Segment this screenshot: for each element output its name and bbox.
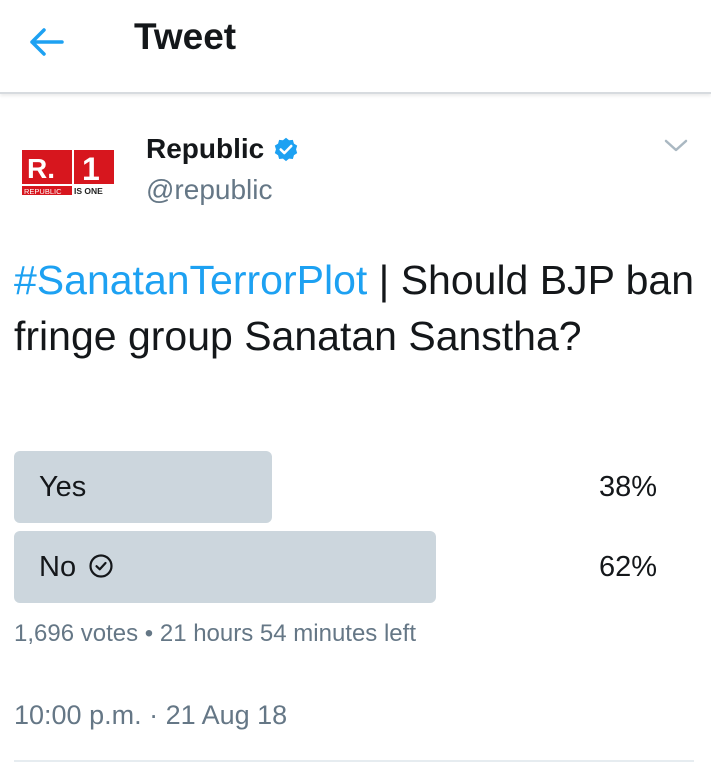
chevron-down-icon[interactable]: [662, 136, 690, 156]
poll-separator: •: [144, 620, 154, 647]
poll-percentage: 62%: [598, 551, 657, 583]
verified-badge-icon: [274, 137, 298, 162]
poll-vote-count: 1,696 votes: [14, 620, 139, 647]
page-title: Tweet: [134, 16, 237, 57]
logo-number: 1: [82, 151, 100, 187]
poll-meta: 1,696 votes • 21 hours 54 minutes left: [14, 620, 416, 648]
logo-tagline-left: REPUBLIC: [24, 187, 62, 196]
top-app-bar: Tweet: [0, 0, 711, 94]
arrow-left-icon: [30, 28, 64, 56]
poll-option-label: Yes: [39, 471, 87, 503]
divider: [14, 760, 694, 762]
check-circle-icon: [89, 554, 113, 578]
poll-percentage: 38%: [598, 471, 657, 503]
poll-option-label: No: [39, 551, 77, 583]
back-button[interactable]: [22, 22, 70, 62]
tweet-timestamp: 10:00 p.m. · 21 Aug 18: [14, 700, 288, 730]
author-name[interactable]: Republic: [146, 133, 264, 165]
poll-option-no: No 62%: [14, 531, 694, 603]
republic-logo: R. 1 REPUBLIC IS ONE: [22, 150, 114, 196]
poll-time-left: 21 hours 54 minutes left: [159, 620, 416, 647]
author-handle[interactable]: @republic: [146, 174, 272, 206]
tweet-text: #SanatanTerrorPlot | Should BJP ban frin…: [14, 252, 694, 364]
avatar[interactable]: R. 1 REPUBLIC IS ONE: [14, 120, 124, 230]
logo-letters: R.: [27, 153, 55, 184]
poll-option-label-wrap: No: [39, 531, 114, 603]
logo-tagline-right: IS ONE: [74, 186, 103, 196]
poll-option-yes: Yes 38%: [14, 451, 694, 523]
hashtag-link[interactable]: #SanatanTerrorPlot: [14, 257, 367, 303]
